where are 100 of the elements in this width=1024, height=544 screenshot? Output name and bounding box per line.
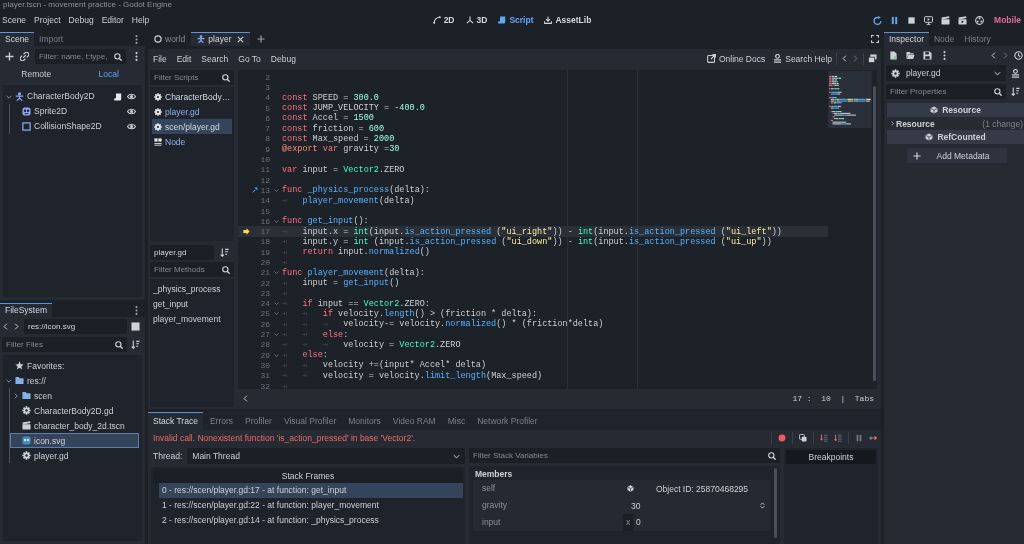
method-entry[interactable]: player_movement [152, 312, 232, 327]
stack-frame-entry[interactable]: 0 - res://scen/player.gd:17 - at function: get_input [159, 483, 463, 498]
chevron-left-icon[interactable] [242, 394, 249, 402]
more-options-icon[interactable] [132, 52, 141, 61]
monitor-icon[interactable] [924, 15, 934, 25]
workspace-tab[interactable]: AssetLib [544, 13, 592, 27]
pause-icon[interactable] [855, 434, 863, 442]
tree-entry[interactable]: CharacterBody2D.gd [10, 403, 139, 418]
stack-frame-entry[interactable]: 1 - res://scen/player.gd:22 - at function: player_movement [159, 498, 463, 513]
help-link[interactable]: Online Docs [706, 53, 766, 64]
tree-item[interactable]: CollisionShape2D [13, 119, 102, 134]
tree-entry[interactable]: Favorites: [3, 358, 139, 373]
dock-tab[interactable]: Inspector [884, 32, 929, 46]
save-icon[interactable] [923, 50, 932, 60]
dock-tab[interactable]: History [959, 32, 996, 46]
menu-item[interactable]: Debug [267, 51, 299, 66]
plus-icon[interactable] [257, 35, 266, 43]
document-tab[interactable]: world [148, 32, 192, 46]
back-icon[interactable] [2, 323, 9, 330]
debugger-tab[interactable]: Monitors [343, 412, 386, 430]
workspace-tab[interactable]: 3D [465, 13, 488, 27]
list-entry[interactable]: scen/player.gd [152, 119, 232, 134]
menu-item[interactable]: Scene [0, 13, 31, 27]
debugger-tab[interactable]: Network Profiler [472, 412, 543, 430]
sort-icon[interactable] [220, 247, 229, 257]
menu-item[interactable]: Debug [64, 13, 98, 27]
clapperboard-icon[interactable] [958, 15, 968, 25]
menu-item[interactable]: Go To [235, 51, 264, 66]
filter-variables-field[interactable]: Filter Stack Variables [469, 448, 780, 463]
folder-icon[interactable] [906, 50, 915, 60]
tree-entry[interactable]: scen [10, 388, 139, 403]
dock-tab[interactable]: Scene [0, 32, 35, 46]
object-value[interactable]: Object ID: 25870468295 [623, 480, 770, 497]
thread-dropdown[interactable]: Main Thread [187, 448, 465, 464]
list-entry[interactable]: Node [152, 134, 232, 149]
eye-icon[interactable] [127, 92, 136, 101]
add-metadata-button[interactable]: Add Metadata [907, 148, 1007, 163]
history-icon[interactable] [1014, 50, 1023, 60]
eye-icon[interactable] [127, 107, 136, 116]
eye-icon[interactable] [127, 122, 136, 131]
path-field[interactable]: res://icon.svg [24, 319, 127, 334]
menu-item[interactable]: Help [127, 13, 154, 27]
chevron-down-icon[interactable] [6, 93, 12, 100]
continue-icon[interactable] [869, 434, 877, 442]
vector-field[interactable]: 0 [633, 514, 770, 531]
clapperboard-icon[interactable] [941, 15, 951, 25]
dock-tab[interactable]: FileSystem [0, 303, 53, 317]
help-link[interactable]: Search Help [773, 53, 832, 64]
link-icon[interactable] [20, 52, 29, 61]
number-field[interactable]: 30 [623, 497, 770, 514]
code-editor[interactable] [238, 70, 877, 389]
expand-icon[interactable] [871, 35, 879, 43]
film-reel-icon[interactable] [975, 15, 985, 25]
debugger-tab[interactable]: Misc [442, 412, 471, 430]
scroll-icon[interactable] [114, 92, 122, 101]
more-options-icon[interactable] [132, 34, 141, 44]
debugger-tab[interactable]: Stack Trace [148, 412, 203, 430]
more-options-icon[interactable] [940, 50, 949, 60]
person-doc-icon[interactable] [1011, 68, 1020, 78]
dock-tab[interactable]: Node [928, 32, 960, 46]
step-into-icon[interactable] [820, 434, 828, 442]
copy-icon[interactable] [799, 434, 807, 442]
spin-arrows-icon[interactable] [759, 502, 766, 509]
more-options-icon[interactable] [132, 305, 141, 315]
debugger-tab[interactable]: Video RAM [387, 412, 441, 430]
back-icon[interactable] [841, 55, 848, 62]
filter-properties-field[interactable]: Filter Properties [886, 84, 1006, 99]
back-icon[interactable] [990, 51, 997, 59]
scrollbar[interactable] [873, 86, 876, 381]
sort-icon[interactable] [1011, 87, 1020, 96]
close-icon[interactable] [237, 35, 245, 43]
sort-icon[interactable] [131, 340, 140, 349]
menu-item[interactable]: Edit [173, 51, 195, 66]
list-entry[interactable]: player.gd [152, 104, 232, 119]
stop-icon[interactable] [907, 15, 917, 25]
debugger-tab[interactable]: Visual Profiler [278, 412, 342, 430]
list-entry[interactable]: CharacterBody… [152, 89, 232, 104]
menu-item[interactable]: Project [30, 13, 65, 27]
resource-dropdown[interactable]: player.gd [886, 65, 1006, 81]
filter-methods-field[interactable]: Filter Methods [150, 262, 234, 277]
square-icon[interactable] [131, 322, 140, 331]
workspace-tab[interactable]: Script [498, 13, 534, 27]
workspace-tab[interactable]: 2D [432, 13, 455, 27]
group-title[interactable]: Resource [896, 118, 935, 129]
method-entry[interactable]: get_input [152, 297, 232, 312]
debugger-tab[interactable]: Errors [204, 412, 239, 430]
stack-frame-entry[interactable]: 2 - res://scen/player.gd:14 - at function: _physics_process [159, 513, 463, 528]
mode-tab[interactable]: Remote [0, 66, 73, 83]
chevron-down-icon[interactable] [6, 377, 12, 384]
document-tab[interactable]: player [191, 32, 251, 46]
renderer-dropdown[interactable]: Mobile [994, 15, 1021, 25]
menu-item[interactable]: Search [198, 51, 232, 66]
tree-entry[interactable]: res:// [3, 373, 139, 388]
windows-icon[interactable] [868, 54, 877, 63]
dock-tab[interactable]: Import [34, 32, 69, 46]
tree-entry[interactable]: icon.svg [10, 433, 139, 448]
tree-item[interactable]: Sprite2D [13, 104, 68, 119]
method-entry[interactable]: _physics_process [152, 282, 232, 297]
tree-entry[interactable]: player.gd [10, 448, 139, 463]
mode-tab[interactable]: Local [72, 66, 145, 83]
